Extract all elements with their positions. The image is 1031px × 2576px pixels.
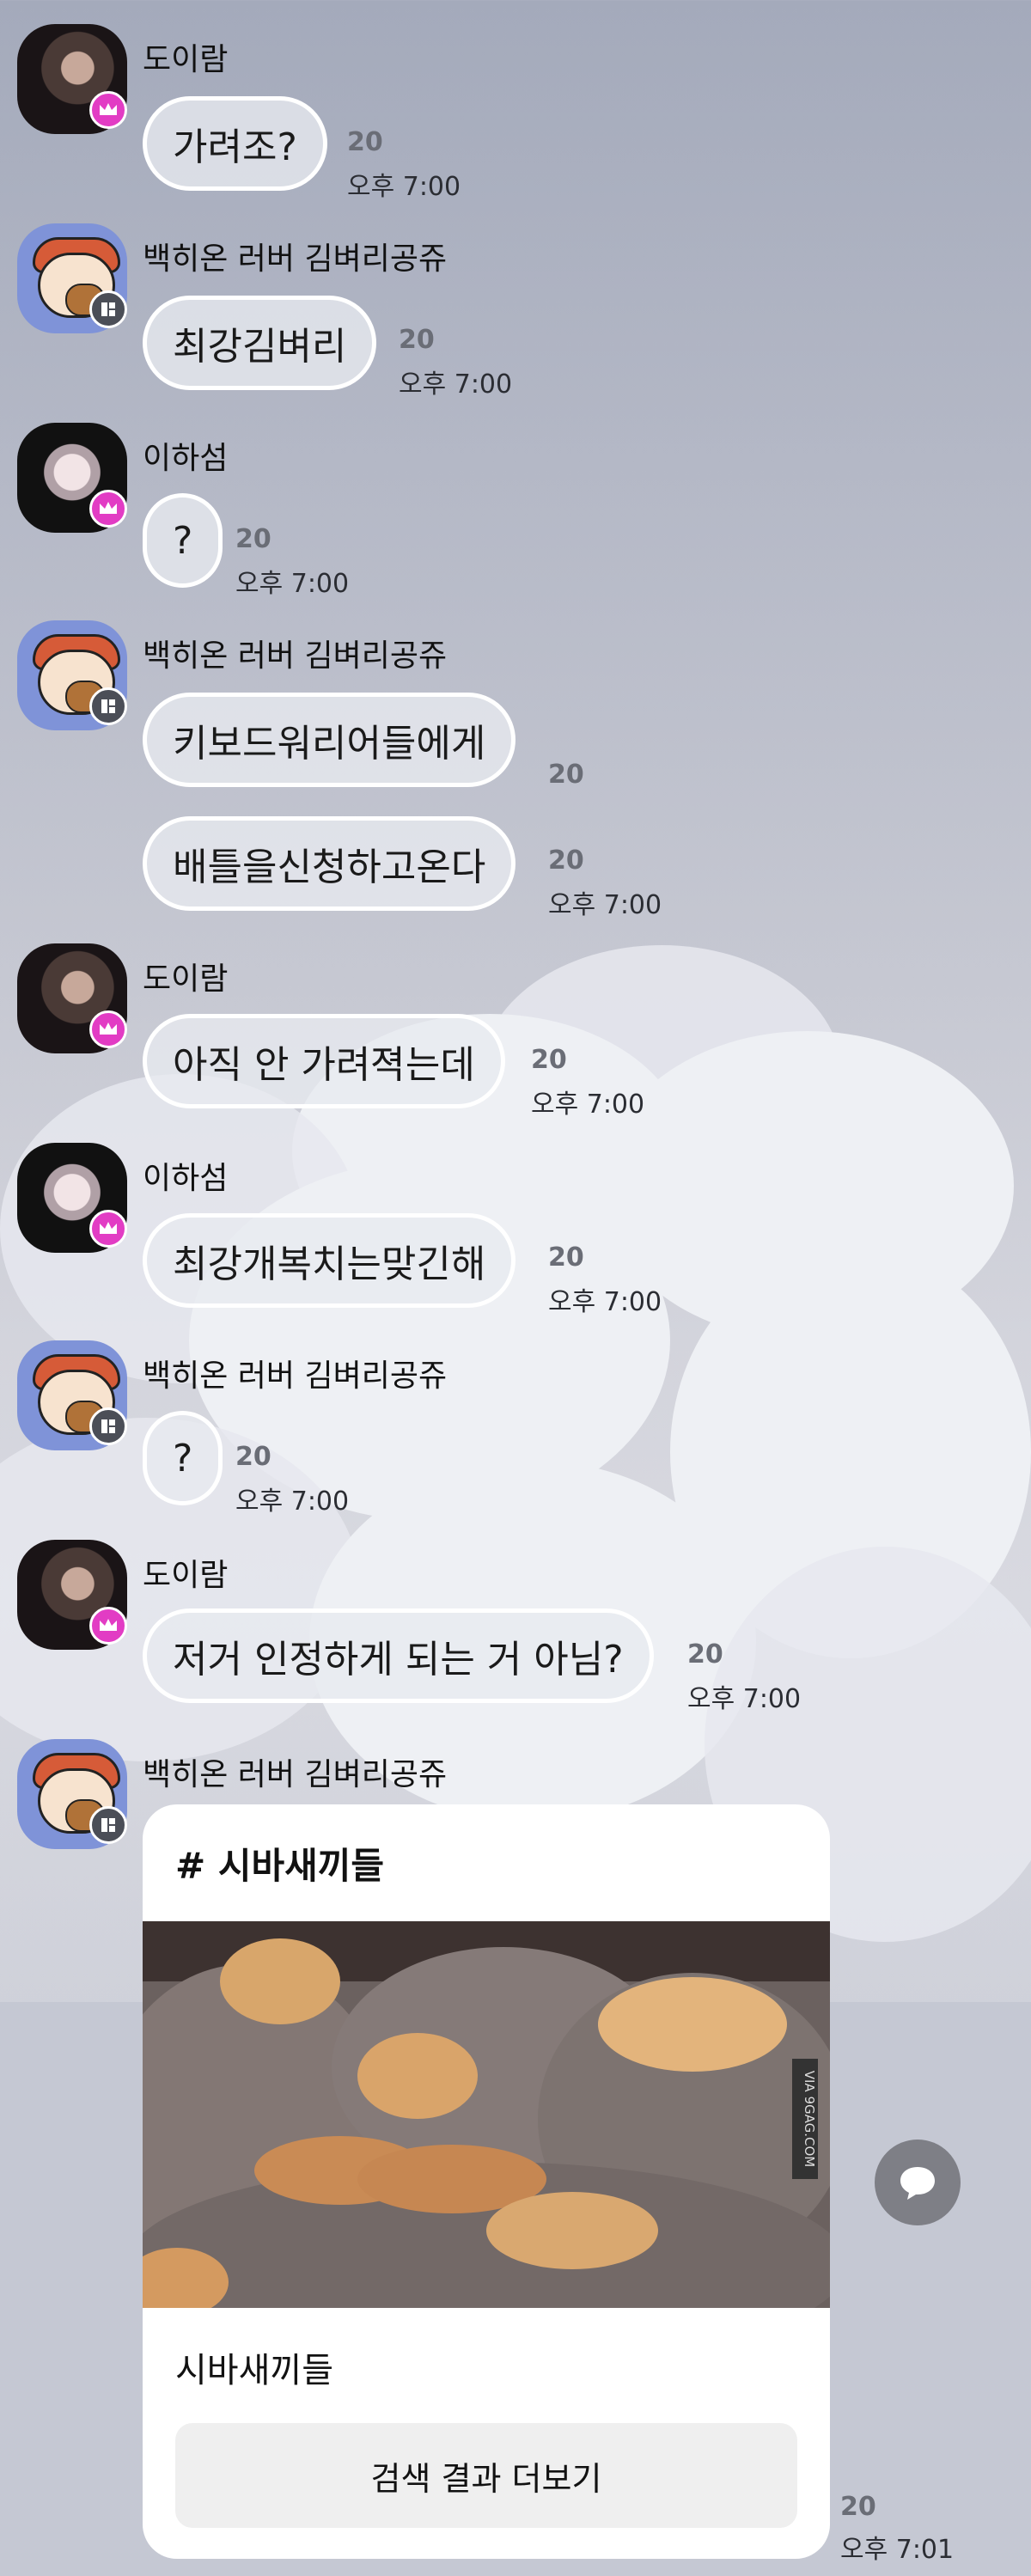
message-time: 오후 7:00 xyxy=(399,369,513,400)
grid-icon xyxy=(89,290,127,328)
sender-name: 도이람 xyxy=(143,1558,229,1593)
sender-name: 백히온 러버 김벼리공쥬 xyxy=(143,1358,448,1394)
message-bubble[interactable]: 저거 인정하게 되는 거 아님? xyxy=(143,1608,654,1703)
unread-count: 20 xyxy=(548,1242,584,1273)
chat-icon xyxy=(900,2167,935,2200)
message-time: 오후 7:00 xyxy=(235,569,350,599)
unread-count: 20 xyxy=(687,1639,723,1670)
sender-name: 백히온 러버 김벼리공쥬 xyxy=(143,1757,448,1792)
unread-count: 20 xyxy=(235,1442,271,1472)
message-bubble[interactable]: ? xyxy=(143,1411,223,1505)
crown-icon xyxy=(89,1010,127,1048)
grid-icon xyxy=(89,687,127,725)
more-results-button[interactable]: 검색 결과 더보기 xyxy=(175,2423,797,2528)
sender-name: 도이람 xyxy=(143,961,229,997)
unread-count: 20 xyxy=(235,524,271,554)
crown-icon xyxy=(89,490,127,528)
sender-name: 백히온 러버 김벼리공쥬 xyxy=(143,638,448,674)
unread-count: 20 xyxy=(531,1045,567,1075)
message-bubble[interactable]: 배틀을신청하고온다 xyxy=(143,816,516,911)
message-time: 오후 7:00 xyxy=(235,1486,350,1517)
sender-name: 이하섬 xyxy=(143,441,229,476)
search-result-card[interactable]: # 시바새끼들 VIA 9GAG.COM 시바새끼들 검색 결과 더보기 xyxy=(143,1804,830,2559)
unread-count: 20 xyxy=(399,325,435,355)
chat-bubble-button[interactable] xyxy=(875,2140,961,2225)
message-bubble[interactable]: 가려조? xyxy=(143,96,327,191)
crown-icon xyxy=(89,1210,127,1248)
unread-count: 20 xyxy=(840,2492,876,2522)
card-hashtag-title: # 시바새끼들 xyxy=(175,1845,385,1887)
sender-name: 백히온 러버 김벼리공쥬 xyxy=(143,241,448,277)
grid-icon xyxy=(89,1407,127,1445)
unread-count: 20 xyxy=(548,760,584,790)
watermark-text: VIA 9GAG.COM xyxy=(802,2071,817,2168)
message-bubble[interactable]: 최강개복치는맞긴해 xyxy=(143,1213,516,1308)
grid-icon xyxy=(89,1806,127,1844)
crown-icon xyxy=(89,1607,127,1645)
message-time: 오후 7:00 xyxy=(687,1684,802,1714)
sender-name: 도이람 xyxy=(143,42,229,77)
message-bubble[interactable]: 키보드워리어들에게 xyxy=(143,693,516,787)
message-time: 오후 7:00 xyxy=(548,890,662,920)
message-bubble[interactable]: ? xyxy=(143,493,223,588)
message-time: 오후 7:00 xyxy=(531,1090,645,1120)
message-time: 오후 7:00 xyxy=(347,172,461,202)
sender-name: 이하섬 xyxy=(143,1161,229,1196)
message-bubble[interactable]: 아직 안 가려젹는데 xyxy=(143,1014,505,1108)
unread-count: 20 xyxy=(347,127,383,157)
message-time: 오후 7:01 xyxy=(840,2535,955,2565)
message-time: 오후 7:00 xyxy=(548,1287,662,1317)
card-caption: 시바새끼들 xyxy=(175,2351,333,2390)
crown-icon xyxy=(89,91,127,129)
unread-count: 20 xyxy=(548,845,584,876)
shiba-photo[interactable]: VIA 9GAG.COM xyxy=(143,1921,830,2308)
message-bubble[interactable]: 최강김벼리 xyxy=(143,296,377,390)
